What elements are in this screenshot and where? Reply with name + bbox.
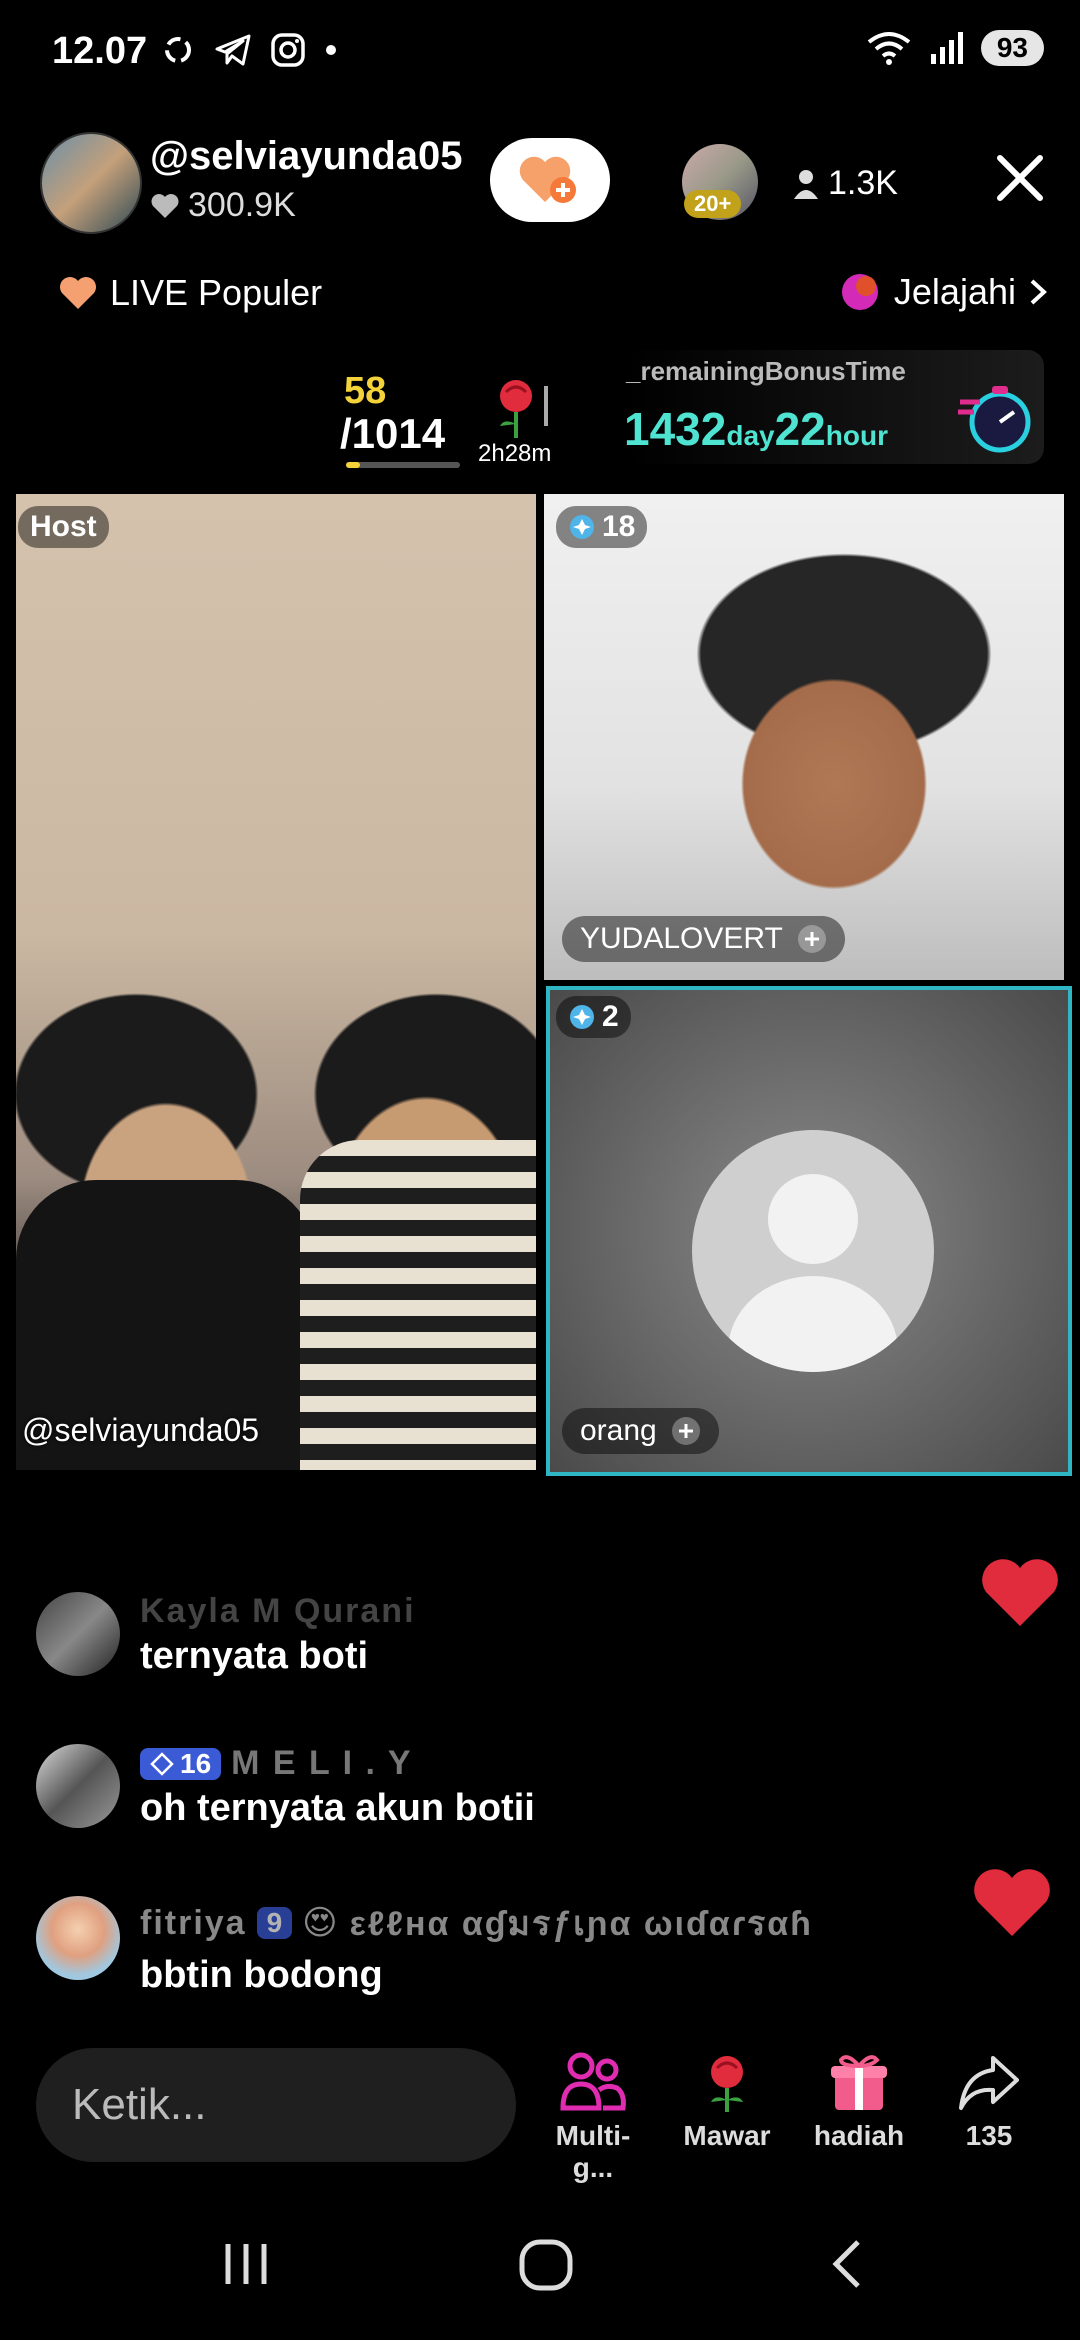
gift-label: hadiah bbox=[813, 2120, 905, 2151]
live-popular-label: LIVE Populer bbox=[110, 272, 323, 313]
status-app-icons bbox=[160, 32, 338, 68]
heart-plus-icon bbox=[519, 156, 576, 203]
share-count: 135 bbox=[965, 2120, 1013, 2151]
level-badge: 9 bbox=[256, 1907, 293, 1939]
gift-icon bbox=[831, 2055, 887, 2110]
rank-position[interactable]: 58 bbox=[344, 370, 386, 413]
commenter-name[interactable]: Kayla M Qurani bbox=[140, 1592, 416, 1631]
plus-icon bbox=[671, 1417, 700, 1445]
status-system: 93 bbox=[865, 30, 1044, 66]
commenter-avatar[interactable] bbox=[36, 1744, 120, 1828]
dot-icon bbox=[326, 45, 336, 55]
empty-name: orang bbox=[580, 1414, 657, 1447]
bonus-hour-unit: hour bbox=[825, 420, 888, 451]
heart-orange-icon bbox=[60, 277, 96, 309]
host-video-striped-shirt bbox=[300, 1140, 536, 1470]
commenter-name: fitriya bbox=[140, 1903, 247, 1942]
comment-text: bbtin bodong bbox=[140, 1954, 383, 1996]
level-number: 16 bbox=[180, 1747, 212, 1779]
share-button[interactable]: 135 bbox=[934, 2050, 1044, 2152]
rose-icon[interactable] bbox=[486, 372, 556, 442]
diamond-icon bbox=[150, 1751, 174, 1776]
battery-level: 93 bbox=[980, 30, 1044, 66]
telegram-icon bbox=[215, 34, 251, 66]
host-avatar[interactable] bbox=[40, 132, 142, 234]
commenter-name-2: εℓℓнα αɠมรƒเɲα ωιɗαɾรαɦ bbox=[349, 1905, 813, 1943]
bonus-label: _remainingBonusTime bbox=[626, 356, 906, 386]
heart-icon bbox=[151, 193, 179, 218]
sync-icon bbox=[165, 37, 191, 63]
rank-progress-bar bbox=[346, 462, 460, 468]
viewer-count-text: 1.3K bbox=[828, 164, 898, 202]
recent-apps-icon[interactable] bbox=[216, 2234, 276, 2294]
floating-heart-icon bbox=[982, 1559, 1058, 1626]
rank-progress-fill bbox=[346, 462, 360, 468]
bonus-value: 1432day22hour bbox=[624, 402, 888, 456]
comment-item[interactable]: Kayla M Qurani ternyata boti bbox=[36, 1592, 416, 1678]
guest-name-pill[interactable]: YUDALOVERT bbox=[562, 916, 845, 962]
empty-score: 2 bbox=[602, 1000, 619, 1033]
rank-time: 2h28m bbox=[478, 440, 552, 467]
plus-icon bbox=[797, 925, 826, 953]
empty-score-badge: 2 bbox=[556, 996, 631, 1038]
signal-icon bbox=[930, 32, 963, 64]
gift-button[interactable]: hadiah bbox=[804, 2050, 914, 2152]
host-username[interactable]: @selviayunda05 bbox=[150, 134, 463, 179]
comment-input[interactable]: Ketik... bbox=[36, 2048, 516, 2162]
comment-item[interactable]: fitriya 9 😍 εℓℓнα αɠมรƒเɲα ωιɗαɾรαɦ bbti… bbox=[36, 1896, 813, 1997]
level-number: 9 bbox=[266, 1907, 283, 1938]
rose-icon bbox=[711, 2056, 743, 2112]
level-badge: 16 bbox=[140, 1747, 222, 1780]
guest-name: YUDALOVERT bbox=[580, 922, 783, 955]
wifi-icon bbox=[867, 32, 911, 65]
comment-text: ternyata boti bbox=[140, 1635, 369, 1677]
host-likes: 300.9K bbox=[150, 186, 296, 225]
gem-icon bbox=[570, 1005, 594, 1029]
guest-video[interactable] bbox=[544, 494, 1064, 980]
bonus-hours: 22 bbox=[774, 403, 826, 455]
multi-guest-icon bbox=[560, 2052, 626, 2111]
rose-button[interactable]: Mawar bbox=[672, 2050, 782, 2152]
likes-count: 300.9K bbox=[188, 186, 296, 224]
commenter-name: M E L I . Y bbox=[231, 1744, 413, 1782]
back-icon[interactable] bbox=[820, 2234, 880, 2294]
host-tag: Host bbox=[18, 506, 109, 548]
multi-guest-label: Multi-g... bbox=[555, 2120, 631, 2183]
host-video-handle: @selviayunda05 bbox=[22, 1412, 260, 1448]
comment-text: oh ternyata akun botii bbox=[140, 1787, 535, 1829]
commenter-avatar[interactable] bbox=[36, 1896, 120, 1980]
person-icon bbox=[794, 169, 818, 199]
bonus-days: 1432 bbox=[624, 403, 727, 455]
live-popular-link[interactable]: LIVE Populer bbox=[58, 272, 322, 314]
default-avatar-icon bbox=[692, 1130, 934, 1372]
guest-score: 18 bbox=[602, 510, 636, 543]
floating-heart-icon bbox=[974, 1869, 1050, 1936]
multi-guest-button[interactable]: Multi-g... bbox=[538, 2050, 648, 2184]
commenter-name-row[interactable]: fitriya 9 😍 εℓℓнα αɠมรƒเɲα ωιɗαɾรαɦ bbox=[140, 1896, 813, 1950]
empty-name-pill[interactable]: orang bbox=[562, 1408, 719, 1454]
share-icon bbox=[959, 2056, 1019, 2110]
emoji-icon: 😍 bbox=[302, 1904, 340, 1942]
explore-link[interactable]: Jelajahi bbox=[838, 270, 1048, 314]
close-icon[interactable] bbox=[992, 150, 1048, 206]
guest-score-badge: 18 bbox=[556, 506, 648, 548]
rose-label: Mawar bbox=[683, 2120, 771, 2151]
commenter-avatar[interactable] bbox=[36, 1592, 120, 1676]
follow-button[interactable] bbox=[490, 138, 610, 222]
chevron-right-icon bbox=[1030, 279, 1047, 305]
timer-icon[interactable] bbox=[956, 380, 1036, 460]
viewer-count[interactable]: 1.3K bbox=[792, 164, 898, 203]
explore-label: Jelajahi bbox=[893, 271, 1016, 312]
comment-input-placeholder: Ketik... bbox=[72, 2080, 207, 2129]
status-time: 12.07 bbox=[52, 30, 148, 72]
rank-total[interactable]: /1014 bbox=[340, 410, 445, 458]
commenter-name-row[interactable]: 16 M E L I . Y bbox=[140, 1744, 535, 1783]
gem-icon bbox=[570, 515, 594, 539]
viewer-badge: 20+ bbox=[684, 190, 742, 218]
instagram-icon bbox=[271, 33, 305, 67]
home-icon[interactable] bbox=[516, 2234, 576, 2294]
explore-orb-icon bbox=[841, 274, 878, 310]
bonus-day-unit: day bbox=[726, 420, 775, 451]
comment-item[interactable]: 16 M E L I . Y oh ternyata akun botii bbox=[36, 1744, 535, 1830]
